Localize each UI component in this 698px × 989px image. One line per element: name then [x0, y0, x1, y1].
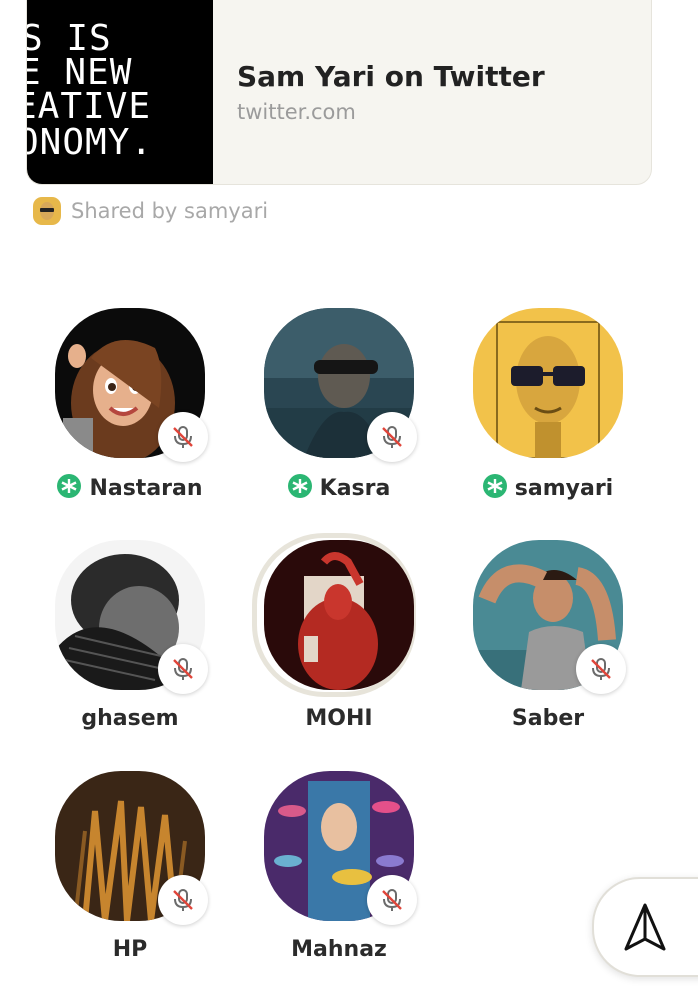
speaker-name-row: Nastaran — [50, 474, 210, 501]
thumbnail-text: ONOMY. — [27, 122, 154, 163]
link-domain: twitter.com — [237, 100, 356, 124]
speaker-name: MOHI — [305, 706, 373, 731]
speaker-name-row: Kasra — [259, 474, 419, 501]
mic-muted-icon — [158, 412, 208, 462]
speaker-name-row: MOHI — [259, 706, 419, 731]
shared-by-row: Shared by samyari — [33, 196, 268, 226]
avatar[interactable] — [264, 540, 414, 690]
speaker-name-row: HP — [50, 937, 210, 962]
link-thumbnail: S IS E NEW EATIVE ONOMY. — [27, 0, 213, 184]
speaker-name-row: ghasem — [50, 706, 210, 731]
speaker-name: Nastaran — [89, 476, 203, 501]
speaker-tile[interactable]: Kasra — [259, 308, 419, 508]
mic-muted-icon — [576, 644, 626, 694]
avatar[interactable] — [473, 308, 623, 458]
moderator-star-icon — [482, 474, 507, 498]
speaker-name: Saber — [511, 706, 585, 731]
moderator-star-icon — [57, 474, 82, 498]
speaker-tile[interactable]: HP — [50, 771, 210, 971]
speaker-name-row: Saber — [468, 706, 628, 731]
speaker-name: Mahnaz — [291, 937, 387, 962]
speaker-name: samyari — [514, 476, 614, 501]
speaker-tile[interactable]: Mahnaz — [259, 771, 419, 971]
paper-plane-icon — [624, 903, 666, 951]
speaker-name: HP — [112, 937, 148, 962]
speaker-name: ghasem — [81, 706, 179, 731]
send-button[interactable] — [592, 877, 698, 977]
speaker-tile[interactable]: Nastaran — [50, 308, 210, 508]
speaker-tile[interactable]: samyari — [468, 308, 628, 508]
mic-muted-icon — [158, 875, 208, 925]
moderator-star-icon — [287, 474, 312, 498]
thumbnail-text: EATIVE — [27, 86, 152, 127]
speaker-name: Kasra — [319, 476, 391, 501]
shared-by-text: Shared by samyari — [71, 199, 269, 223]
mic-muted-icon — [158, 644, 208, 694]
link-title: Sam Yari on Twitter — [237, 60, 545, 93]
speaker-tile[interactable]: Saber — [468, 540, 628, 740]
speaker-tile[interactable]: MOHI — [252, 533, 419, 740]
mic-muted-icon — [367, 875, 417, 925]
sharer-avatar[interactable] — [33, 197, 61, 225]
speaker-tile[interactable]: ghasem — [50, 540, 210, 740]
speaker-name-row: samyari — [468, 474, 628, 501]
mic-muted-icon — [367, 412, 417, 462]
link-preview-card[interactable]: S IS E NEW EATIVE ONOMY. Sam Yari on Twi… — [26, 0, 652, 185]
speaker-name-row: Mahnaz — [259, 937, 419, 962]
